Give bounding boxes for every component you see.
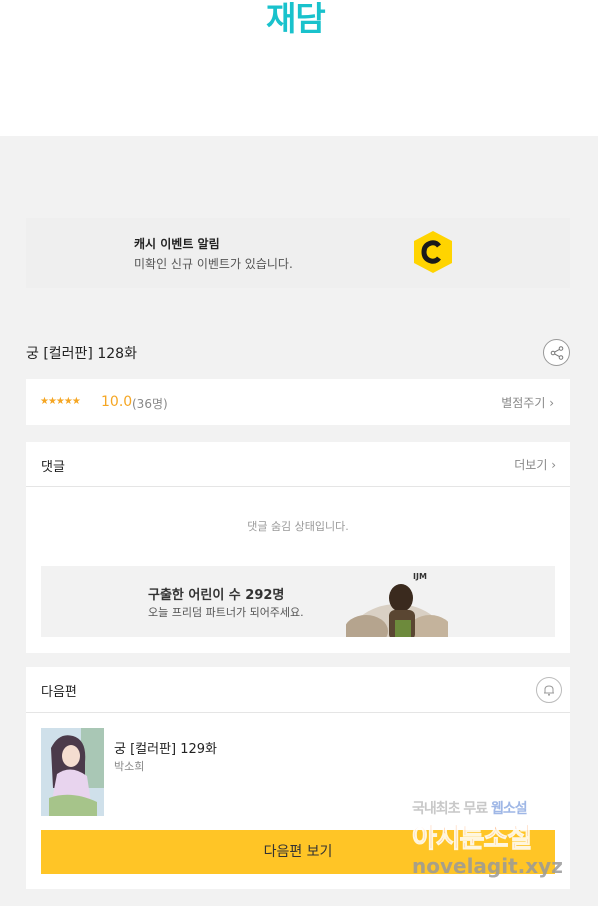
ad-child-photo [346,584,448,637]
site-logo[interactable]: 재담 [266,0,326,38]
ad-subtitle: 오늘 프리덤 파트너가 되어주세요. [148,606,304,619]
ad-banner[interactable]: 구출한 어린이 수 292명 오늘 프리덤 파트너가 되어주세요. IJM [41,566,555,637]
comments-hidden-message: 댓글 숨김 상태입니다. [247,520,349,533]
next-episode-label: 다음편 [41,685,77,700]
share-button[interactable] [543,339,570,366]
comments-card: 댓글 더보기 › 댓글 숨김 상태입니다. 구출한 어린이 수 292명 오늘 … [26,442,570,653]
rating-card: ★★★★★ 10.0 (36명) 별점주기 › [26,379,570,425]
cash-event-banner[interactable]: 캐시 이벤트 알림 미확인 신규 이벤트가 있습니다. [26,218,570,288]
comments-more-button[interactable]: 더보기 › [514,456,556,473]
rating-score: 10.0 [101,394,133,410]
bell-icon [544,685,554,696]
coin-c-icon [414,231,452,273]
watermark-line1: 국내최초 무료 웹소설 [412,801,528,817]
cash-event-title: 캐시 이벤트 알림 [134,237,220,251]
top-header: 재담 [0,0,598,136]
site-watermark: 국내최초 무료 웹소설 아지툰소설 novelagit.xyz [411,798,592,888]
next-episode-title[interactable]: 궁 [컬러판] 129화 [114,738,217,757]
ad-title: 구출한 어린이 수 292명 [148,588,285,603]
share-icon [550,346,564,360]
next-episode-header: 다음편 [26,667,570,713]
rate-button[interactable]: 별점주기 › [501,394,554,411]
next-episode-author: 박소희 [114,760,145,773]
next-episode-thumbnail[interactable] [41,728,104,816]
watermark-line3: novelagit.xyz [412,854,563,878]
comments-header: 댓글 더보기 › [26,442,570,487]
rating-stars: ★★★★★ [40,396,81,407]
watermark-line2: 아지툰소설 [411,823,532,855]
comments-label: 댓글 [41,460,65,475]
notify-button[interactable] [536,677,562,703]
ad-logo: IJM [413,572,427,581]
episode-title: 궁 [컬러판] 128화 [26,346,137,362]
cash-event-subtitle: 미확인 신규 이벤트가 있습니다. [134,257,293,271]
rating-count: (36명) [132,397,168,411]
